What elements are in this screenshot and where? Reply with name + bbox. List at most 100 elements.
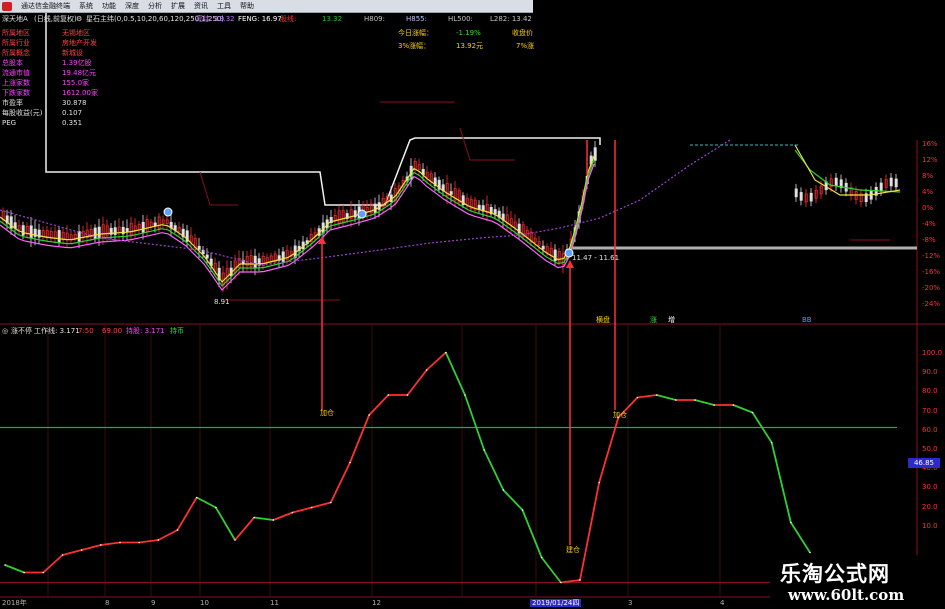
- menu-item-news[interactable]: 资讯: [194, 1, 208, 11]
- indicator-point: [368, 414, 370, 416]
- info-label-7: 市盈率: [2, 99, 23, 107]
- chart-period[interactable]: (日线,前复权): [34, 15, 77, 23]
- candle: [253, 255, 257, 269]
- info-label-5: 上涨家数: [2, 79, 30, 87]
- indicator-point: [234, 539, 236, 541]
- indicator-point: [176, 529, 179, 531]
- indicator-point: [387, 394, 390, 396]
- indicator-point: [713, 404, 715, 406]
- readout-5: H855:: [406, 15, 427, 23]
- readout-2: 股线:: [280, 15, 297, 23]
- sub-tick-7: 30.0: [922, 483, 938, 492]
- indicator-point: [751, 411, 754, 414]
- menu-item-analysis[interactable]: 分析: [148, 1, 162, 11]
- readout-6: HL500:: [448, 15, 473, 23]
- candle: [205, 254, 209, 259]
- date-label-5: 12: [372, 599, 381, 607]
- price-tick-6: -8%: [922, 236, 936, 244]
- indicator-point: [215, 506, 217, 509]
- indicator-point: [502, 489, 505, 491]
- signal-dot: [357, 209, 367, 219]
- menu-item-help[interactable]: 帮助: [240, 1, 254, 11]
- sub-item-0: 7:50: [78, 327, 94, 335]
- indicator-segment: [694, 399, 715, 406]
- today-change-value: -1.19%: [456, 29, 481, 37]
- signal-tag-1: 涨: [650, 316, 657, 324]
- indicator-segment: [4, 564, 25, 574]
- watermark-url: www.60lt.com: [788, 586, 905, 604]
- indicator-segment: [521, 509, 543, 558]
- candle: [197, 245, 201, 251]
- close-price-label: 收盘价: [512, 29, 533, 37]
- current-value-badge: 46.85: [908, 458, 940, 468]
- menu-item-system[interactable]: 系统: [79, 1, 93, 11]
- close-pct-label: 7%涨: [516, 42, 535, 50]
- sub-tick-1: 90.0: [922, 368, 938, 377]
- menu-item-function[interactable]: 功能: [102, 1, 116, 11]
- info-label-9: PEG: [2, 119, 17, 127]
- pct3-value: 13.92元: [456, 42, 484, 50]
- indicator-point: [770, 441, 773, 444]
- sub-indicator-name[interactable]: 涨不停: [11, 327, 32, 335]
- candle: [894, 178, 898, 188]
- candle: [93, 227, 97, 239]
- indicator-point: [253, 516, 255, 519]
- price-tick-4: 0%: [922, 204, 934, 212]
- indicator-point: [195, 496, 198, 499]
- candle: [29, 225, 33, 239]
- indicator-point: [100, 544, 102, 546]
- indicator-segment: [349, 414, 371, 463]
- ma-line-yellow: [0, 155, 595, 283]
- indicator-segment: [406, 369, 428, 396]
- candle: [541, 245, 545, 250]
- candle: [593, 147, 597, 161]
- indicator-segment: [157, 529, 178, 541]
- indicator-point: [809, 551, 811, 554]
- price-tick-2: 8%: [922, 172, 934, 180]
- indicator-point: [61, 554, 64, 556]
- pct3-label: 3%涨幅：: [398, 42, 431, 50]
- menu-item-tools[interactable]: 工具: [217, 1, 231, 11]
- indicator-segment: [215, 507, 236, 541]
- indicator-segment: [42, 554, 64, 574]
- today-change-label: 今日涨幅：: [398, 29, 433, 37]
- indicator-segment: [81, 544, 102, 551]
- indicator-settings-icon[interactable]: ◎: [2, 327, 8, 335]
- sub-item-2: 持股: 3.171: [126, 327, 165, 335]
- signal-dot: [163, 207, 173, 217]
- info-label-2: 所属概念: [2, 49, 30, 57]
- indicator-point: [675, 399, 677, 401]
- date-label-4: 11: [270, 599, 279, 607]
- candle: [449, 191, 453, 195]
- watermark-title: 乐淘公式网: [780, 561, 890, 586]
- candle: [889, 177, 893, 187]
- info-value-0: 无锡地区: [62, 29, 90, 37]
- info-label-0: 所属地区: [2, 29, 30, 37]
- info-value-7: 30.878: [62, 99, 87, 107]
- indicator-point: [483, 449, 485, 451]
- indicator-segment: [100, 541, 121, 546]
- info-label-4: 流通市值: [2, 69, 30, 77]
- indicator-point: [349, 461, 351, 464]
- indicator-point: [521, 509, 524, 511]
- low-price-mark: 8.91: [214, 298, 230, 306]
- price-tick-1: 12%: [922, 156, 938, 164]
- gear-icon[interactable]: ⚙: [76, 15, 82, 23]
- indicator-segment: [426, 351, 447, 371]
- app-title: 通达信金融终端: [21, 2, 70, 10]
- sub-item-1: 69.00: [102, 327, 123, 335]
- info-value-4: 19.48亿元: [62, 69, 97, 77]
- resistance-mark-2: [459, 127, 515, 161]
- indicator-point: [23, 571, 25, 574]
- candle: [799, 192, 803, 201]
- indicator-segment: [292, 506, 312, 514]
- indicator-point: [157, 539, 160, 541]
- app-logo-icon: [2, 1, 12, 11]
- date-label-1: 8: [105, 599, 110, 607]
- menu-item-extend[interactable]: 扩展: [171, 1, 185, 11]
- candle: [21, 225, 25, 236]
- stock-name[interactable]: 深天地A: [2, 15, 28, 23]
- indicator-point: [464, 394, 466, 396]
- menu-item-depth[interactable]: 深度: [125, 1, 139, 11]
- stock-chart-canvas[interactable]: [0, 0, 945, 609]
